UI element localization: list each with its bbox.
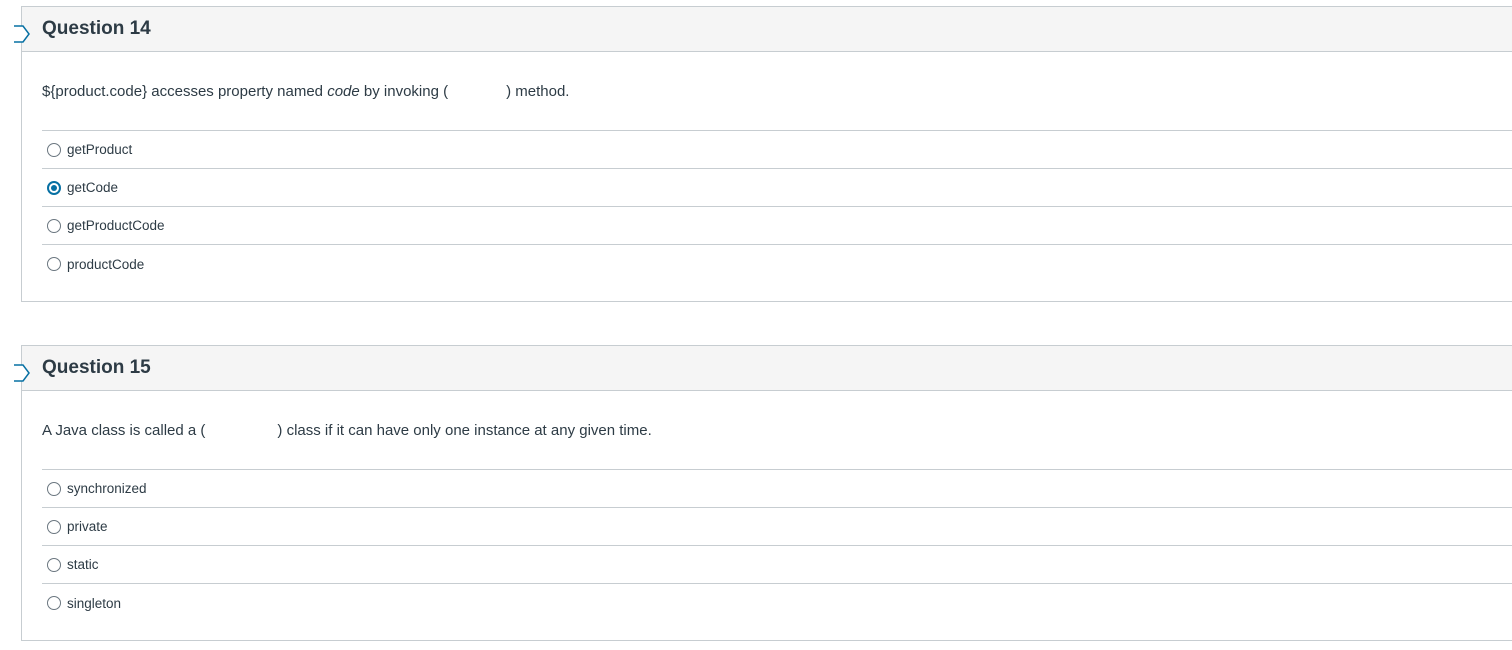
answer-option[interactable]: static xyxy=(42,546,1512,584)
question-header: Question 14 xyxy=(22,7,1512,52)
radio-button-checked-icon[interactable] xyxy=(47,180,61,195)
radio-button-icon[interactable] xyxy=(47,596,61,610)
answer-option[interactable]: getProductCode xyxy=(42,207,1512,245)
question-text-mid: by invoking ( xyxy=(359,82,449,100)
answer-option[interactable]: getProduct xyxy=(42,131,1512,169)
radio-button-icon[interactable] xyxy=(47,257,61,271)
answer-label: getCode xyxy=(67,180,119,195)
radio-button-icon[interactable] xyxy=(47,142,61,157)
question-header: Question 15 xyxy=(22,346,1512,391)
radio-button-icon[interactable] xyxy=(47,557,61,572)
answer-label: getProduct xyxy=(67,142,133,157)
answer-option[interactable]: singleton xyxy=(42,584,1512,622)
answer-label: synchronized xyxy=(67,481,147,496)
answer-option[interactable]: synchronized xyxy=(42,470,1512,508)
answer-label: getProductCode xyxy=(67,218,165,233)
answer-label: private xyxy=(67,519,108,534)
question-text: A Java class is called a ( ) class if it … xyxy=(42,391,1512,469)
question-text-end: ) class if it can have only one instance… xyxy=(277,421,652,439)
question-text-end: ) method. xyxy=(506,82,570,100)
question-body: ${product.code} accesses property named … xyxy=(22,52,1512,283)
answer-option[interactable]: private xyxy=(42,508,1512,546)
radio-button-icon[interactable] xyxy=(47,481,61,496)
question-14: Question 14 ${product.code} accesses pro… xyxy=(14,6,1512,302)
question-title: Question 14 xyxy=(42,18,151,39)
question-15: Question 15 A Java class is called a ( ) … xyxy=(14,345,1512,641)
answer-option[interactable]: productCode xyxy=(42,245,1512,283)
answer-label: static xyxy=(67,557,99,572)
answer-label: singleton xyxy=(67,595,122,611)
question-text-italic: code xyxy=(327,82,360,100)
question-text-start: A Java class is called a ( xyxy=(42,421,206,439)
radio-button-icon[interactable] xyxy=(47,218,61,233)
radio-button-icon[interactable] xyxy=(47,519,61,534)
flag-question-icon[interactable] xyxy=(14,25,30,43)
answer-list: getProduct getCode getProductCode produc… xyxy=(42,130,1512,283)
flag-question-icon[interactable] xyxy=(14,364,30,382)
answer-option[interactable]: getCode xyxy=(42,169,1512,207)
question-body: A Java class is called a ( ) class if it … xyxy=(22,391,1512,622)
question-text-start: ${product.code} accesses property named xyxy=(42,82,328,100)
answer-list: synchronized private static singleton xyxy=(42,469,1512,622)
answer-label: productCode xyxy=(67,256,145,272)
question-title: Question 15 xyxy=(42,357,151,378)
question-text: ${product.code} accesses property named … xyxy=(42,52,1512,130)
